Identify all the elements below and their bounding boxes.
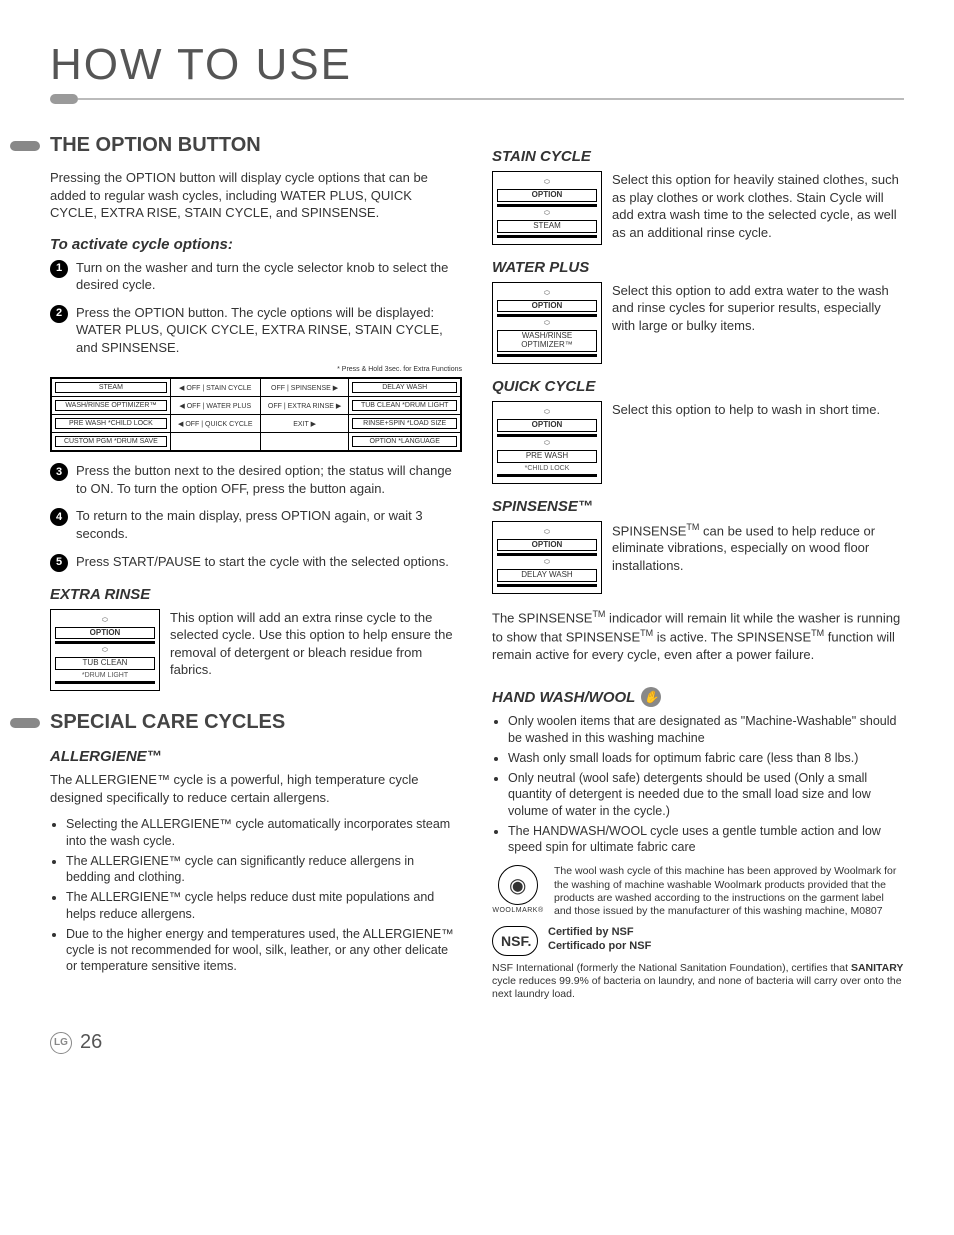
section-title: THE OPTION BUTTON (50, 134, 261, 157)
section-option-button: THE OPTION BUTTON (10, 134, 462, 157)
hand-wash-icon: ✋ (641, 687, 661, 707)
panel-stain-cycle: ⬭ OPTION ⬭ STEAM (492, 171, 602, 245)
woolmark-icon: ◉ (498, 865, 538, 905)
list-item: Selecting the ALLERGIENE™ cycle automati… (66, 816, 462, 849)
nsf-line2: Certificado por NSF (548, 940, 651, 954)
page-number: 26 (80, 1031, 102, 1054)
list-item: The HANDWASH/WOOL cycle uses a gentle tu… (508, 823, 904, 856)
allergiene-intro: The ALLERGIENE™ cycle is a powerful, hig… (50, 771, 462, 806)
step-number-icon: 4 (50, 508, 68, 526)
step-3: 3 Press the button next to the desired o… (50, 462, 462, 497)
hand-wash-bullets: Only woolen items that are designated as… (492, 713, 904, 855)
nsf-line1: Certified by NSF (548, 926, 651, 940)
allergiene-bullets: Selecting the ALLERGIENE™ cycle automati… (50, 816, 462, 974)
step-text: To return to the main display, press OPT… (76, 507, 462, 542)
nsf-text: NSF International (formerly the National… (492, 962, 904, 1001)
table-caption: * Press & Hold 3sec. for Extra Functions (50, 366, 462, 373)
list-item: Only woolen items that are designated as… (508, 713, 904, 746)
step-number-icon: 5 (50, 554, 68, 572)
step-text: Press the button next to the desired opt… (76, 462, 462, 497)
extra-rinse-text: This option will add an extra rinse cycl… (170, 609, 462, 692)
step-4: 4 To return to the main display, press O… (50, 507, 462, 542)
subhead-stain-cycle: STAIN CYCLE (492, 148, 904, 165)
woolmark-certification: ◉ WOOLMARK® The wool wash cycle of this … (492, 865, 904, 918)
panel-spinsense: ⬭ OPTION ⬭ DELAY WASH (492, 521, 602, 595)
step-text: Press START/PAUSE to start the cycle wit… (76, 553, 449, 572)
step-2: 2 Press the OPTION button. The cycle opt… (50, 304, 462, 357)
quick-cycle-text: Select this option to help to wash in sh… (612, 401, 904, 484)
subhead-quick-cycle: QUICK CYCLE (492, 378, 904, 395)
right-column: STAIN CYCLE ⬭ OPTION ⬭ STEAM Select this… (492, 134, 904, 1011)
step-number-icon: 2 (50, 305, 68, 323)
list-item: The ALLERGIENE™ cycle helps reduce dust … (66, 889, 462, 922)
spinsense-text-1: SPINSENSETM can be used to help reduce o… (612, 521, 904, 595)
panel-quick-cycle: ⬭ OPTION ⬭ PRE WASH *CHILD LOCK (492, 401, 602, 484)
subhead-water-plus: WATER PLUS (492, 259, 904, 276)
subhead-hand-wash: HAND WASH/WOOL ✋ (492, 687, 904, 707)
step-text: Press the OPTION button. The cycle optio… (76, 304, 462, 357)
panel-water-plus: ⬭ OPTION ⬭ WASH/RINSE OPTIMIZER™ (492, 282, 602, 364)
list-item: The ALLERGIENE™ cycle can significantly … (66, 853, 462, 886)
step-1: 1 Turn on the washer and turn the cycle … (50, 259, 462, 294)
nsf-badge-icon: NSF. (492, 926, 538, 956)
spinsense-text-2: The SPINSENSETM indicador will remain li… (492, 608, 904, 663)
lg-logo-icon: LG (50, 1032, 72, 1054)
list-item: Due to the higher energy and temperature… (66, 926, 462, 975)
woolmark-text: The wool wash cycle of this machine has … (554, 865, 904, 918)
list-item: Only neutral (wool safe) detergents shou… (508, 770, 904, 819)
divider (50, 94, 904, 104)
step-5: 5 Press START/PAUSE to start the cycle w… (50, 553, 462, 572)
subhead-allergiene: ALLERGIENE™ (50, 748, 462, 765)
water-plus-text: Select this option to add extra water to… (612, 282, 904, 364)
panel-extra-rinse: ⬭ OPTION ⬭ TUB CLEAN *DRUM LIGHT (50, 609, 160, 692)
page-title: HOW TO USE (50, 40, 904, 90)
intro-text: Pressing the OPTION button will display … (50, 169, 462, 222)
step-number-icon: 3 (50, 463, 68, 481)
subhead-extra-rinse: EXTRA RINSE (50, 586, 462, 603)
nsf-certification: NSF. Certified by NSF Certificado por NS… (492, 926, 904, 956)
left-column: THE OPTION BUTTON Pressing the OPTION bu… (50, 134, 462, 1011)
cycle-options-diagram: STEAM ◀ OFF | STAIN CYCLE OFF | SPINSENS… (50, 377, 462, 452)
list-item: Wash only small loads for optimum fabric… (508, 750, 904, 766)
section-special-care: SPECIAL CARE CYCLES (10, 711, 462, 734)
step-number-icon: 1 (50, 260, 68, 278)
stain-cycle-text: Select this option for heavily stained c… (612, 171, 904, 245)
step-text: Turn on the washer and turn the cycle se… (76, 259, 462, 294)
section-title: SPECIAL CARE CYCLES (50, 711, 285, 734)
subhead-spinsense: SPINSENSE™ (492, 498, 904, 515)
page-footer: LG 26 (50, 1031, 904, 1054)
subhead-activate: To activate cycle options: (50, 236, 462, 253)
